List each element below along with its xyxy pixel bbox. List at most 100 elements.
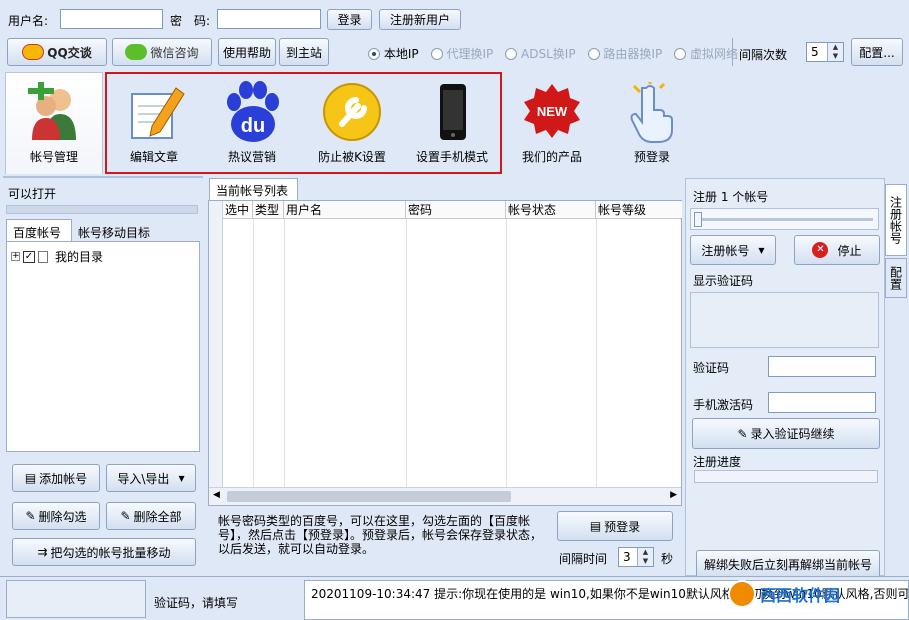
wrench-icon [320, 80, 384, 144]
interval-time-label: 间隔时间 [559, 552, 608, 566]
config-button[interactable]: 配置... [851, 38, 903, 66]
tool-phone-mode[interactable]: 设置手机模式 [403, 80, 501, 170]
qq-icon [22, 44, 45, 60]
captcha-prompt: 验证码，请填写 [154, 596, 239, 610]
tool-account-manage[interactable]: 帐号管理 [5, 80, 103, 170]
divider [3, 176, 203, 178]
tool-edit-article[interactable]: 编辑文章 [105, 80, 203, 170]
vtab-register-account[interactable]: 注册帐号 [885, 184, 907, 256]
grid-header: 选中 类型 用户名 密码 帐号状态 帐号等级 [223, 201, 682, 219]
stop-button[interactable]: ✕ 停止 [794, 235, 880, 265]
delete-checked-label: 删除勾选 [38, 509, 87, 524]
prelogin-icon: ▤ [589, 519, 602, 533]
account-grid[interactable]: 选中 类型 用户名 密码 帐号状态 帐号等级 ◀ ▶ [208, 200, 682, 506]
can-open-bar [6, 205, 198, 214]
ip-option-label: 本地IP [383, 47, 419, 61]
slider-track [695, 218, 873, 221]
password-input[interactable] [217, 9, 321, 29]
wechat-consult-button[interactable]: 微信咨询 [112, 38, 212, 66]
tool-label: 防止被K设置 [318, 150, 386, 164]
tool-hot-marketing[interactable]: du 热议营销 [203, 80, 301, 170]
prelogin-button[interactable]: ▤ 预登录 [557, 511, 673, 541]
sms-code-input[interactable] [768, 392, 876, 413]
move-icon: ⇉ [37, 545, 48, 559]
scroll-right-icon[interactable]: ▶ [670, 490, 677, 500]
checkbox-checked-icon[interactable]: ✓ [23, 250, 35, 263]
tool-label: 编辑文章 [129, 150, 178, 164]
up-arrow-icon[interactable]: ▲ [828, 43, 843, 52]
tab-account-move-target[interactable]: 帐号移动目标 [78, 224, 150, 241]
seconds-unit: 秒 [661, 552, 674, 566]
username-label: 用户名: [8, 14, 49, 28]
captcha-label: 验证码 [693, 361, 730, 375]
delete-checked-button[interactable]: ✎ 删除勾选 [12, 502, 100, 530]
qq-chat-button[interactable]: QQ交谈 [7, 38, 107, 66]
ip-option-proxy[interactable]: 代理换IP [430, 45, 494, 62]
slider-thumb[interactable] [694, 212, 702, 227]
col-select[interactable]: 选中 [223, 201, 253, 218]
register-count-slider[interactable] [690, 208, 879, 230]
can-open-label: 可以打开 [8, 187, 57, 201]
tool-prelogin[interactable]: 预登录 [603, 80, 701, 170]
ip-option-local[interactable]: 本地IP [368, 45, 419, 62]
grid-line [284, 219, 285, 487]
grid-line [506, 219, 507, 487]
radio-icon [505, 48, 518, 60]
unbind-retry-button[interactable]: 解绑失败后立刻再解绑当前帐号 [696, 550, 880, 578]
tool-label: 设置手机模式 [415, 150, 488, 164]
delete-all-label: 删除全部 [133, 509, 182, 524]
row-header-column [209, 201, 223, 487]
go-main-site-button[interactable]: 到主站 [279, 38, 329, 66]
down-arrow-icon[interactable]: ▼ [828, 52, 843, 61]
scroll-left-icon[interactable]: ◀ [213, 490, 220, 500]
register-new-user-button[interactable]: 注册新用户 [379, 9, 461, 30]
login-button[interactable]: 登录 [327, 9, 372, 30]
import-export-label: 导入\导出 [117, 471, 170, 486]
radio-icon [587, 48, 600, 60]
tree-root-label: 我的目录 [55, 250, 104, 264]
ip-option-label: 代理换IP [446, 47, 494, 61]
interval-count-stepper[interactable]: 5 ▲ ▼ [806, 42, 844, 62]
ip-option-router[interactable]: 路由器换IP [587, 45, 662, 62]
ip-option-label: ADSL换IP [521, 47, 576, 61]
horizontal-scrollbar[interactable]: ◀ ▶ [209, 487, 681, 505]
stop-icon: ✕ [812, 242, 829, 258]
col-username[interactable]: 用户名 [284, 201, 406, 218]
register-account-button[interactable]: 注册帐号 ▼ [690, 235, 776, 265]
register-account-label: 注册帐号 [701, 243, 750, 258]
delete-all-button[interactable]: ✎ 删除全部 [106, 502, 196, 530]
show-captcha-label: 显示验证码 [693, 274, 754, 288]
col-account-status[interactable]: 帐号状态 [506, 201, 596, 218]
tab-current-accounts[interactable]: 当前帐号列表 [209, 178, 298, 200]
ip-option-adsl[interactable]: ADSL换IP [505, 45, 576, 62]
enter-captcha-button[interactable]: ✎ 录入验证码继续 [692, 418, 880, 449]
captcha-input[interactable] [768, 356, 876, 377]
col-type[interactable]: 类型 [253, 201, 284, 218]
expand-icon[interactable]: + [11, 252, 20, 261]
vtab-config[interactable]: 配置 [885, 258, 907, 298]
col-password[interactable]: 密码 [406, 201, 506, 218]
eraser-icon: ✎ [25, 509, 36, 523]
username-input[interactable] [60, 9, 163, 29]
tool-label: 预登录 [633, 150, 670, 164]
register-progress-bar [694, 470, 878, 483]
interval-time-stepper[interactable]: 3 ▲ ▼ [618, 547, 654, 567]
help-button[interactable]: 使用帮助 [218, 38, 276, 66]
add-account-button[interactable]: ▤ 添加帐号 [12, 464, 100, 492]
tool-label: 我们的产品 [521, 150, 582, 164]
ip-option-vpn[interactable]: 虚拟网络 [674, 45, 738, 62]
grid-line [596, 219, 597, 487]
scrollbar-thumb[interactable] [227, 491, 511, 502]
col-account-level[interactable]: 帐号等级 [596, 201, 682, 218]
tree-node[interactable]: + ✓ 我的目录 [11, 248, 103, 265]
baidu-paw-icon: du [220, 80, 284, 144]
account-tree: + ✓ 我的目录 [6, 241, 200, 452]
tab-baidu-account[interactable]: 百度帐号 [6, 219, 72, 241]
import-export-button[interactable]: 导入\导出 ▼ [106, 464, 196, 492]
up-arrow-icon[interactable]: ▲ [638, 548, 653, 557]
tool-label: 帐号管理 [29, 150, 78, 164]
tool-our-products[interactable]: NEW 我们的产品 [503, 80, 601, 170]
tool-anti-k-settings[interactable]: 防止被K设置 [303, 80, 401, 170]
batch-move-button[interactable]: ⇉ 把勾选的帐号批量移动 [12, 538, 196, 566]
down-arrow-icon[interactable]: ▼ [638, 557, 653, 566]
